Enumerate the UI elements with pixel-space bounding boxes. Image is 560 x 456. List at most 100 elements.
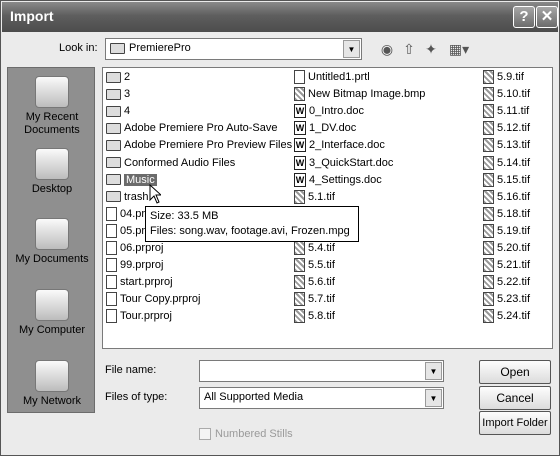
list-item[interactable]: 2 (106, 69, 130, 86)
up-folder-icon[interactable]: ⇧ (400, 40, 418, 58)
list-item[interactable]: 5.21.tif (483, 257, 530, 274)
cancel-button[interactable]: Cancel (479, 386, 551, 410)
list-item[interactable]: 5.12.tif (483, 120, 530, 137)
list-item[interactable]: 5.19.tif (483, 223, 530, 240)
list-item[interactable]: 5.9.tif (483, 69, 524, 86)
list-item[interactable]: 5.6.tif (294, 274, 335, 291)
file-name: 5.14.tif (497, 156, 531, 169)
file-name: 5.12.tif (497, 122, 531, 135)
back-icon[interactable]: ◉ (378, 40, 396, 58)
list-item[interactable]: W 4_Settings.doc (294, 172, 382, 189)
list-item[interactable]: 3 (106, 86, 130, 103)
list-item[interactable]: New Bitmap Image.bmp (294, 86, 425, 103)
place-my-documents[interactable]: My Documents (8, 218, 96, 266)
image-file-icon (483, 87, 494, 102)
list-item[interactable]: 5.8.tif (294, 308, 335, 325)
image-file-icon (294, 275, 305, 290)
help-button[interactable]: ? (513, 6, 535, 28)
list-item[interactable]: 06.prproj (106, 240, 163, 257)
word-document-icon: W (294, 138, 306, 153)
image-file-icon (294, 258, 305, 273)
open-button[interactable]: Open (479, 360, 551, 384)
folder-icon (106, 157, 121, 169)
file-name-field[interactable]: ▼ (199, 360, 444, 382)
view-menu-icon[interactable]: ▦▾ (447, 40, 471, 58)
file-name: New Bitmap Image.bmp (308, 88, 426, 101)
list-item[interactable]: W 0_Intro.doc (294, 103, 364, 120)
list-item[interactable]: Tour Copy.prproj (106, 291, 201, 308)
list-item[interactable]: 5.20.tif (483, 240, 530, 257)
list-item[interactable]: 5.14.tif (483, 155, 530, 172)
list-item[interactable]: start.prproj (106, 274, 173, 291)
list-item[interactable]: 5.13.tif (483, 137, 530, 154)
file-name: 06.prproj (120, 242, 164, 254)
folder-icon (106, 122, 121, 134)
list-item[interactable]: Adobe Premiere Pro Preview Files (106, 137, 292, 154)
title-bar[interactable]: Import ? ✕ (2, 2, 558, 32)
list-item[interactable]: 5.22.tif (483, 274, 530, 291)
place-desktop[interactable]: Desktop (8, 148, 96, 196)
import-dialog: Import ? ✕ Look in: PremierePro ▼ ◉ ⇧ ✦ … (0, 0, 560, 456)
image-file-icon (483, 275, 494, 290)
place-my-computer[interactable]: My Computer (8, 289, 96, 337)
chevron-down-icon[interactable]: ▼ (343, 40, 360, 58)
files-of-type-label: Files of type: (105, 391, 168, 403)
file-name: 5.8.tif (308, 310, 335, 323)
list-item[interactable]: 5.18.tif (483, 206, 530, 223)
chevron-down-icon[interactable]: ▼ (425, 389, 442, 407)
word-document-icon: W (294, 172, 306, 187)
image-file-icon (483, 223, 494, 238)
list-item[interactable]: 5.7.tif (294, 291, 335, 308)
new-folder-icon[interactable]: ✦ (422, 40, 440, 58)
list-item[interactable]: Tour.prproj (106, 308, 172, 325)
list-item[interactable]: 99.prproj (106, 257, 163, 274)
place-my-network[interactable]: My Network (8, 360, 96, 408)
close-button[interactable]: ✕ (536, 6, 558, 28)
image-file-icon (483, 172, 494, 187)
file-icon (106, 223, 117, 238)
file-name: 5.23.tif (497, 293, 531, 306)
file-name: 5.15.tif (497, 173, 531, 186)
list-item[interactable]: 5.5.tif (294, 257, 335, 274)
file-name: 5.5.tif (308, 259, 335, 272)
numbered-stills-checkbox[interactable] (199, 428, 211, 440)
list-item[interactable]: 5.23.tif (483, 291, 530, 308)
place-label: Desktop (31, 183, 73, 195)
my-network-icon (35, 360, 69, 392)
chevron-down-icon[interactable]: ▼ (425, 362, 442, 380)
file-name: 5.21.tif (497, 259, 531, 272)
list-item[interactable]: Adobe Premiere Pro Auto-Save (106, 120, 277, 137)
my-computer-icon (35, 289, 69, 321)
file-name: Conformed Audio Files (124, 156, 236, 169)
file-icon (106, 292, 117, 307)
list-item[interactable]: 5.4.tif (294, 240, 335, 257)
place-my-recent-documents[interactable]: My Recent Documents (8, 76, 96, 137)
list-item[interactable]: 5.16.tif (483, 189, 530, 206)
file-name: Untitled1.prtl (308, 71, 370, 83)
list-item[interactable]: 5.24.tif (483, 308, 530, 325)
file-name: 2_Interface.doc (309, 139, 385, 152)
list-item[interactable]: 5.10.tif (483, 86, 530, 103)
list-item[interactable]: W 3_QuickStart.doc (294, 155, 393, 172)
my-documents-icon (35, 218, 69, 250)
list-item[interactable]: 5.1.tif (294, 189, 335, 206)
list-item[interactable]: Conformed Audio Files (106, 155, 235, 172)
file-icon (106, 206, 117, 221)
list-item[interactable]: 5.11.tif (483, 103, 529, 120)
tooltip-files: Files: song.wav, footage.avi, Frozen.mpg (150, 225, 350, 237)
file-name-label: File name: (105, 364, 157, 376)
place-label: My Documents (15, 253, 89, 265)
list-item[interactable]: 5.15.tif (483, 172, 530, 189)
list-item[interactable]: trash (106, 189, 148, 206)
list-item[interactable]: 4 (106, 103, 130, 120)
list-item[interactable]: W 2_Interface.doc (294, 137, 385, 154)
list-item[interactable]: W 1_DV.doc (294, 120, 356, 137)
word-document-icon: W (294, 121, 306, 136)
look-in-dropdown[interactable]: PremierePro ▼ (105, 38, 362, 60)
folder-icon (106, 71, 121, 83)
import-folder-button[interactable]: Import Folder (479, 411, 551, 435)
files-of-type-dropdown[interactable]: All Supported Media ▼ (199, 387, 444, 409)
file-name: Tour.prproj (120, 310, 172, 323)
list-item[interactable]: Untitled1.prtl (294, 69, 370, 86)
file-name: 4_Settings.doc (309, 173, 382, 186)
